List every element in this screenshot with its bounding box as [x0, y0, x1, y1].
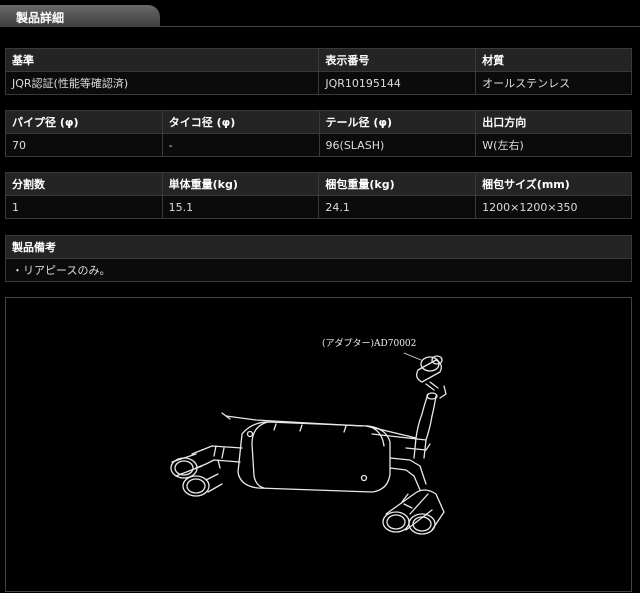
table-row: 1 15.1 24.1 1200×1200×350	[5, 195, 632, 219]
spec-table-standard: 基準 表示番号 材質 JQR認証(性能等確認済) JQR10195144 オール…	[4, 48, 632, 95]
header-tail-diameter: テール径 (φ)	[318, 110, 477, 134]
table-row: 70 - 96(SLASH) W(左右)	[5, 133, 632, 157]
exhaust-drawing	[170, 352, 447, 535]
header-packed-size: 梱包サイズ(mm)	[475, 172, 632, 196]
value-tail-diameter: 96(SLASH)	[318, 133, 477, 157]
exhaust-diagram	[5, 297, 632, 592]
header-material: 材質	[475, 48, 632, 72]
header-unit-weight: 単体重量(kg)	[161, 172, 320, 196]
value-packed-size: 1200×1200×350	[475, 195, 632, 219]
spec-table-weights: 分割数 単体重量(kg) 梱包重量(kg) 梱包サイズ(mm) 1 15.1 2…	[5, 172, 632, 219]
value-pieces: 1	[5, 195, 163, 219]
header-pipe-diameter: パイプ径 (φ)	[5, 110, 163, 134]
header-silencer-diameter: タイコ径 (φ)	[161, 110, 320, 134]
value-display-number: JQR10195144	[318, 71, 477, 95]
value-silencer-diameter: -	[161, 133, 320, 157]
table-row: ・リアピースのみ。	[5, 258, 632, 282]
section-header: 製品詳細	[0, 0, 640, 28]
value-remarks: ・リアピースのみ。	[5, 258, 632, 282]
header-remarks: 製品備考	[5, 235, 632, 259]
section-divider	[0, 26, 640, 27]
value-pipe-diameter: 70	[5, 133, 163, 157]
remarks-table: 製品備考 ・リアピースのみ。	[5, 235, 632, 282]
value-material: オールステンレス	[475, 71, 632, 95]
value-standard: JQR認証(性能等確認済)	[4, 71, 320, 95]
table-header-row: パイプ径 (φ) タイコ径 (φ) テール径 (φ) 出口方向	[5, 110, 632, 134]
header-display-number: 表示番号	[318, 48, 477, 72]
table-header-row: 分割数 単体重量(kg) 梱包重量(kg) 梱包サイズ(mm)	[5, 172, 632, 196]
table-header-row: 基準 表示番号 材質	[4, 48, 632, 72]
table-row: JQR認証(性能等確認済) JQR10195144 オールステンレス	[4, 71, 632, 95]
section-title: 製品詳細	[16, 11, 65, 25]
spec-table-diameters: パイプ径 (φ) タイコ径 (φ) テール径 (φ) 出口方向 70 - 96(…	[5, 110, 632, 157]
value-exit-direction: W(左右)	[475, 133, 632, 157]
value-packed-weight: 24.1	[318, 195, 477, 219]
table-header-row: 製品備考	[5, 235, 632, 259]
header-pieces: 分割数	[5, 172, 163, 196]
value-unit-weight: 15.1	[161, 195, 320, 219]
adapter-label: (アダプター)AD70002	[322, 339, 417, 349]
header-exit-direction: 出口方向	[475, 110, 632, 134]
header-standard: 基準	[4, 48, 320, 72]
header-packed-weight: 梱包重量(kg)	[318, 172, 477, 196]
